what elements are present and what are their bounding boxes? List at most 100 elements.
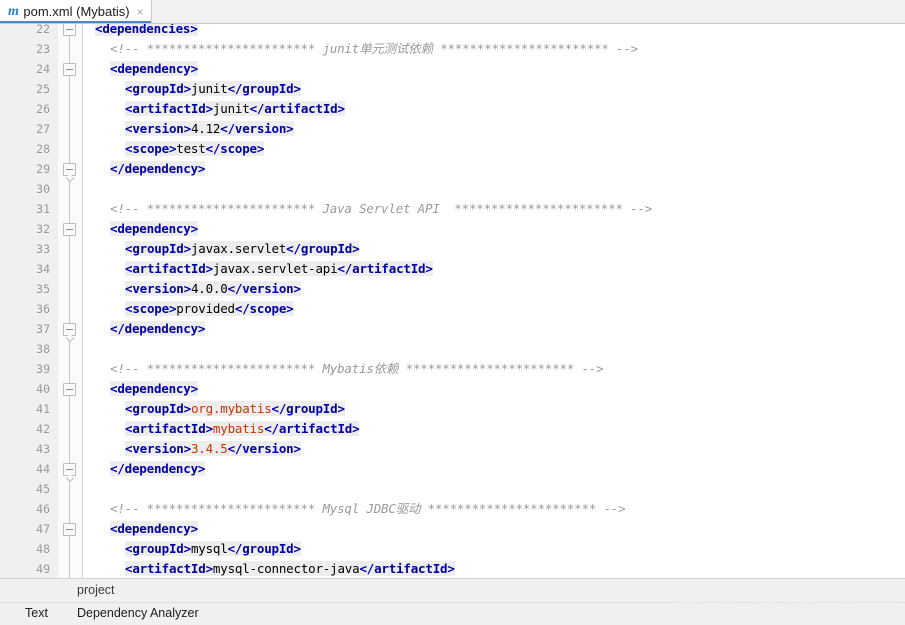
fold-row	[58, 319, 82, 339]
fold-collapse-icon[interactable]	[63, 223, 76, 236]
code-token-tag: <artifactId>	[125, 561, 213, 576]
code-token-tag: </scope>	[205, 141, 265, 156]
code-token-tag: <artifactId>	[125, 101, 213, 116]
tab-text[interactable]: Text	[25, 606, 48, 620]
code-token-tag: <artifactId>	[125, 421, 213, 436]
line-number: 32	[36, 222, 50, 236]
code-token-tag: </artifactId>	[359, 561, 455, 576]
code-line-text: <!-- *********************** Mybatis依赖 *…	[110, 359, 604, 379]
code-line[interactable]: <dependency>	[83, 219, 905, 239]
code-line[interactable]: <!-- *********************** Java Servle…	[83, 199, 905, 219]
code-line[interactable]: </dependency>	[83, 459, 905, 479]
code-token-tag: <artifactId>	[125, 261, 213, 276]
code-line[interactable]: <dependency>	[83, 379, 905, 399]
line-number: 41	[36, 402, 50, 416]
code-token-txt: test	[176, 141, 206, 156]
code-content-area[interactable]: <dependencies> <!-- *********************…	[83, 24, 905, 578]
code-line[interactable]: <artifactId>javax.servlet-api</artifactI…	[83, 259, 905, 279]
gutter-row: 49	[0, 559, 58, 578]
code-line[interactable]: <groupId>org.mybatis</groupId>	[83, 399, 905, 419]
gutter-row: 44	[0, 459, 58, 479]
fold-collapse-icon[interactable]	[63, 383, 76, 396]
code-editor[interactable]: 22 23 24 25 26 27 28 29 30 31 32 33 34 35 36 37 38 39 40 41…	[0, 24, 905, 578]
code-line[interactable]: <!-- *********************** junit单元测试依赖…	[83, 39, 905, 59]
fold-collapse-icon[interactable]	[63, 163, 76, 176]
code-line[interactable]: </dependency>	[83, 159, 905, 179]
code-token-tag: <version>	[125, 441, 191, 456]
gutter-row: 23	[0, 39, 58, 59]
code-token-tag: </groupId>	[271, 401, 345, 416]
gutter-row: 22	[0, 24, 58, 39]
fold-collapse-icon[interactable]	[63, 63, 76, 76]
fold-row	[58, 219, 82, 239]
ide-editor-window: m pom.xml (Mybatis) × 22 23 24 25 26 27 28 29 30…	[0, 0, 905, 625]
line-number: 31	[36, 202, 50, 216]
code-line[interactable]: <version>3.4.5</version>	[83, 439, 905, 459]
gutter-row: 45	[0, 479, 58, 499]
line-number: 44	[36, 462, 50, 476]
fold-collapse-icon[interactable]	[63, 463, 76, 476]
tab-dependency-analyzer[interactable]: Dependency Analyzer	[77, 606, 199, 620]
code-line-text: <dependency>	[110, 379, 198, 399]
gutter-row: 47	[0, 519, 58, 539]
fold-row	[58, 459, 82, 479]
code-line[interactable]: <version>4.12</version>	[83, 119, 905, 139]
code-line[interactable]: <dependencies>	[83, 24, 905, 39]
code-token-val: mybatis	[212, 421, 265, 436]
code-token-tag: <dependency>	[110, 381, 198, 396]
code-fold-strip[interactable]	[58, 24, 82, 578]
code-line-text: <version>4.12</version>	[125, 119, 294, 139]
code-line[interactable]: <groupId>javax.servlet</groupId>	[83, 239, 905, 259]
editor-bottom-tab-bar: Text Dependency Analyzer	[0, 602, 905, 625]
line-number: 39	[36, 362, 50, 376]
breadcrumb-item-project[interactable]: project	[77, 583, 115, 597]
code-line[interactable]: <artifactId>mysql-connector-java</artifa…	[83, 559, 905, 578]
code-line[interactable]: <dependency>	[83, 519, 905, 539]
code-token-txt: 4.12	[190, 121, 221, 136]
code-line[interactable]: <scope>test</scope>	[83, 139, 905, 159]
code-token-tag: </groupId>	[286, 241, 360, 256]
code-line[interactable]: <groupId>junit</groupId>	[83, 79, 905, 99]
code-line-text: <!-- *********************** junit单元测试依赖…	[110, 39, 638, 59]
code-line[interactable]	[83, 479, 905, 499]
gutter-row: 39	[0, 359, 58, 379]
code-token-tag: </artifactId>	[264, 421, 360, 436]
line-number: 26	[36, 102, 50, 116]
gutter-row: 32	[0, 219, 58, 239]
fold-collapse-icon[interactable]	[63, 323, 76, 336]
code-line[interactable]	[83, 179, 905, 199]
editor-tab-pom-xml[interactable]: m pom.xml (Mybatis) ×	[0, 0, 152, 23]
fold-collapse-icon[interactable]	[63, 24, 76, 36]
code-line[interactable]: <scope>provided</scope>	[83, 299, 905, 319]
code-line[interactable]: <artifactId>junit</artifactId>	[83, 99, 905, 119]
code-line[interactable]: <dependency>	[83, 59, 905, 79]
code-line[interactable]: <!-- *********************** Mybatis依赖 *…	[83, 359, 905, 379]
gutter-row: 42	[0, 419, 58, 439]
code-line-text: <artifactId>junit</artifactId>	[125, 99, 345, 119]
code-line-text: <groupId>mysql</groupId>	[125, 539, 301, 559]
code-line-text: </dependency>	[110, 319, 205, 339]
code-token-tag: <version>	[125, 281, 191, 296]
gutter-row: 31	[0, 199, 58, 219]
code-line-text: <version>4.0.0</version>	[125, 279, 301, 299]
line-number: 30	[36, 182, 50, 196]
code-line[interactable]: <!-- *********************** Mysql JDBC驱…	[83, 499, 905, 519]
code-line[interactable]: <version>4.0.0</version>	[83, 279, 905, 299]
code-line[interactable]: </dependency>	[83, 319, 905, 339]
code-line-text: </dependency>	[110, 159, 205, 179]
line-number: 35	[36, 282, 50, 296]
code-line-text: <groupId>org.mybatis</groupId>	[125, 399, 345, 419]
line-number: 37	[36, 322, 50, 336]
code-line[interactable]: <groupId>mysql</groupId>	[83, 539, 905, 559]
code-line[interactable]: <artifactId>mybatis</artifactId>	[83, 419, 905, 439]
code-line-text: <dependency>	[110, 219, 198, 239]
code-token-txt: junit	[190, 81, 228, 96]
gutter-row: 37	[0, 319, 58, 339]
fold-collapse-icon[interactable]	[63, 523, 76, 536]
code-line[interactable]	[83, 339, 905, 359]
code-line-text: <groupId>javax.servlet</groupId>	[125, 239, 360, 259]
code-token-tag: <groupId>	[125, 401, 191, 416]
code-token-tag: </artifactId>	[337, 261, 433, 276]
gutter-row: 43	[0, 439, 58, 459]
close-icon[interactable]: ×	[137, 6, 144, 18]
